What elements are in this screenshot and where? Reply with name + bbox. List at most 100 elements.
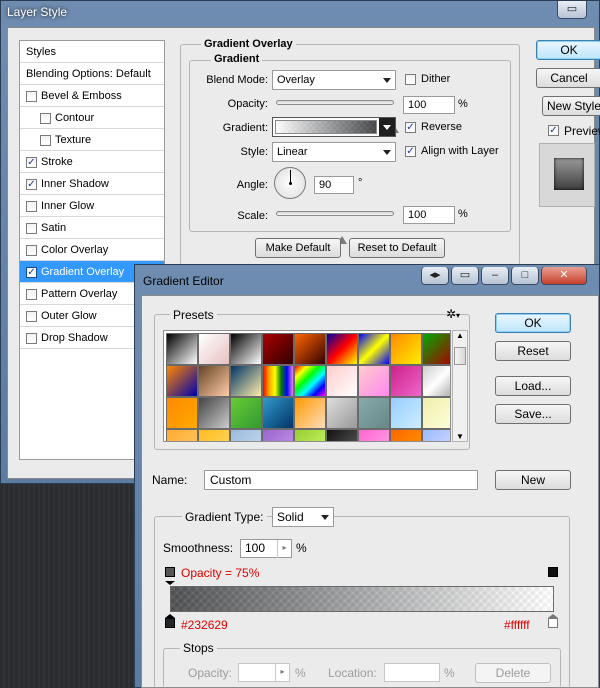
style-checkbox[interactable] — [26, 201, 37, 212]
preset-swatch[interactable] — [294, 429, 326, 441]
style-checkbox[interactable]: ✓ — [26, 157, 37, 168]
preset-swatch[interactable] — [358, 365, 390, 397]
preset-swatch[interactable] — [230, 333, 262, 365]
make-default-button[interactable]: Make Default — [255, 238, 341, 258]
preset-swatch[interactable] — [262, 333, 294, 365]
reset-to-default-button[interactable]: Reset to Default — [349, 238, 445, 258]
ok-button[interactable]: OK — [536, 40, 600, 60]
opacity-slider-track[interactable] — [276, 100, 394, 105]
preset-swatch[interactable] — [358, 397, 390, 429]
style-checkbox[interactable] — [26, 289, 37, 300]
preset-swatch[interactable] — [326, 365, 358, 397]
angle-dial[interactable] — [274, 167, 306, 199]
preset-swatch[interactable] — [358, 429, 390, 441]
scale-input[interactable]: 100 — [403, 206, 455, 224]
preset-swatch[interactable] — [422, 365, 450, 397]
gradient-ok-button[interactable]: OK — [495, 313, 571, 333]
preview-checkbox[interactable]: ✓ — [548, 125, 559, 136]
preset-swatch[interactable] — [262, 365, 294, 397]
scrollbar-thumb[interactable] — [454, 347, 466, 365]
preset-swatch[interactable] — [166, 333, 198, 365]
preset-swatch[interactable] — [166, 397, 198, 429]
preset-swatch[interactable] — [198, 397, 230, 429]
style-item[interactable]: Contour — [20, 107, 164, 129]
style-checkbox[interactable]: ✓ — [26, 179, 37, 190]
angle-input[interactable]: 90 — [314, 176, 354, 194]
style-checkbox[interactable] — [26, 223, 37, 234]
opacity-stop-left[interactable] — [165, 567, 175, 585]
name-input[interactable]: Custom — [204, 470, 478, 490]
preset-swatch[interactable] — [326, 333, 358, 365]
style-item[interactable]: ✓ Inner Shadow — [20, 173, 164, 195]
style-item[interactable]: Texture — [20, 129, 164, 151]
back-forward-button[interactable]: ◂▸ — [421, 267, 449, 285]
blending-options-item[interactable]: Blending Options: Default — [20, 63, 164, 85]
preset-swatch[interactable] — [422, 333, 450, 365]
styles-header[interactable]: Styles — [20, 41, 164, 63]
preset-swatch[interactable] — [390, 397, 422, 429]
style-checkbox[interactable] — [26, 333, 37, 344]
gradient-type-select[interactable]: Solid — [272, 507, 334, 527]
preset-swatch[interactable] — [326, 429, 358, 441]
style-checkbox[interactable] — [40, 135, 51, 146]
preset-swatch[interactable] — [198, 429, 230, 441]
presets-scrollbar[interactable]: ▲ ▼ — [452, 330, 468, 442]
blend-mode-select[interactable]: Overlay — [272, 70, 396, 90]
style-checkbox[interactable] — [26, 311, 37, 322]
style-select[interactable]: Linear — [272, 142, 396, 162]
gradient-load-button[interactable]: Load... — [495, 376, 571, 396]
gradient-new-button[interactable]: New — [495, 470, 571, 490]
dither-checkbox[interactable] — [405, 74, 416, 85]
reverse-checkbox[interactable]: ✓ — [405, 122, 416, 133]
style-checkbox[interactable]: ✓ — [26, 267, 37, 278]
style-item[interactable]: Satin — [20, 217, 164, 239]
gear-icon[interactable]: ✲ — [446, 307, 456, 321]
style-item[interactable]: Inner Glow — [20, 195, 164, 217]
chevron-down-icon[interactable]: ▼ — [456, 432, 464, 441]
style-item[interactable]: Bevel & Emboss — [20, 85, 164, 107]
style-checkbox[interactable] — [26, 91, 37, 102]
preset-swatch[interactable] — [294, 333, 326, 365]
restore-button[interactable]: ▭ — [557, 1, 587, 19]
restore-button[interactable]: ▭ — [451, 267, 479, 285]
reverse-checkbox-row[interactable]: ✓ Reverse — [405, 121, 475, 135]
preset-swatch[interactable] — [230, 397, 262, 429]
preset-swatch[interactable] — [294, 397, 326, 429]
gradient-save-button[interactable]: Save... — [495, 404, 571, 424]
preset-swatch[interactable] — [262, 429, 294, 441]
preset-swatch[interactable] — [294, 365, 326, 397]
maximize-button[interactable]: □ — [511, 267, 539, 285]
minimize-button[interactable]: – — [481, 267, 509, 285]
style-item[interactable]: Color Overlay — [20, 239, 164, 261]
new-style-button[interactable]: New Style... — [542, 96, 600, 116]
preset-swatch[interactable] — [390, 365, 422, 397]
gradient-dropdown-button[interactable] — [379, 118, 395, 136]
style-checkbox[interactable] — [40, 113, 51, 124]
scale-slider-track[interactable] — [276, 211, 394, 216]
chevron-up-icon[interactable]: ▲ — [456, 331, 464, 340]
preset-swatch[interactable] — [230, 365, 262, 397]
preset-swatch[interactable] — [198, 365, 230, 397]
gradient-bar[interactable] — [170, 586, 554, 612]
preset-swatch[interactable] — [390, 429, 422, 441]
preset-swatch[interactable] — [358, 333, 390, 365]
dither-checkbox-row[interactable]: Dither — [405, 73, 475, 87]
stop-location-input[interactable] — [384, 663, 440, 682]
preset-swatch[interactable] — [166, 429, 198, 441]
stop-delete-button[interactable]: Delete — [475, 663, 551, 683]
style-checkbox[interactable] — [26, 245, 37, 256]
color-stop-left[interactable] — [165, 614, 175, 628]
smoothness-input[interactable]: 100 ▸ — [240, 539, 292, 558]
preset-swatch[interactable] — [230, 429, 262, 441]
chevron-down-icon[interactable]: ▾ — [456, 311, 460, 320]
layer-style-titlebar[interactable]: Layer Style ▭ — [1, 1, 600, 25]
preset-swatch[interactable] — [422, 397, 450, 429]
preview-checkbox-row[interactable]: ✓ Preview — [548, 124, 600, 138]
close-button[interactable]: ✕ — [541, 267, 587, 285]
color-stop-right[interactable] — [548, 614, 558, 628]
spinner-arrow-icon[interactable]: ▸ — [277, 540, 291, 558]
preset-swatch[interactable] — [390, 333, 422, 365]
preset-swatch[interactable] — [262, 397, 294, 429]
cancel-button[interactable]: Cancel — [536, 68, 600, 88]
spinner-arrow-icon[interactable]: ▸ — [275, 664, 289, 682]
